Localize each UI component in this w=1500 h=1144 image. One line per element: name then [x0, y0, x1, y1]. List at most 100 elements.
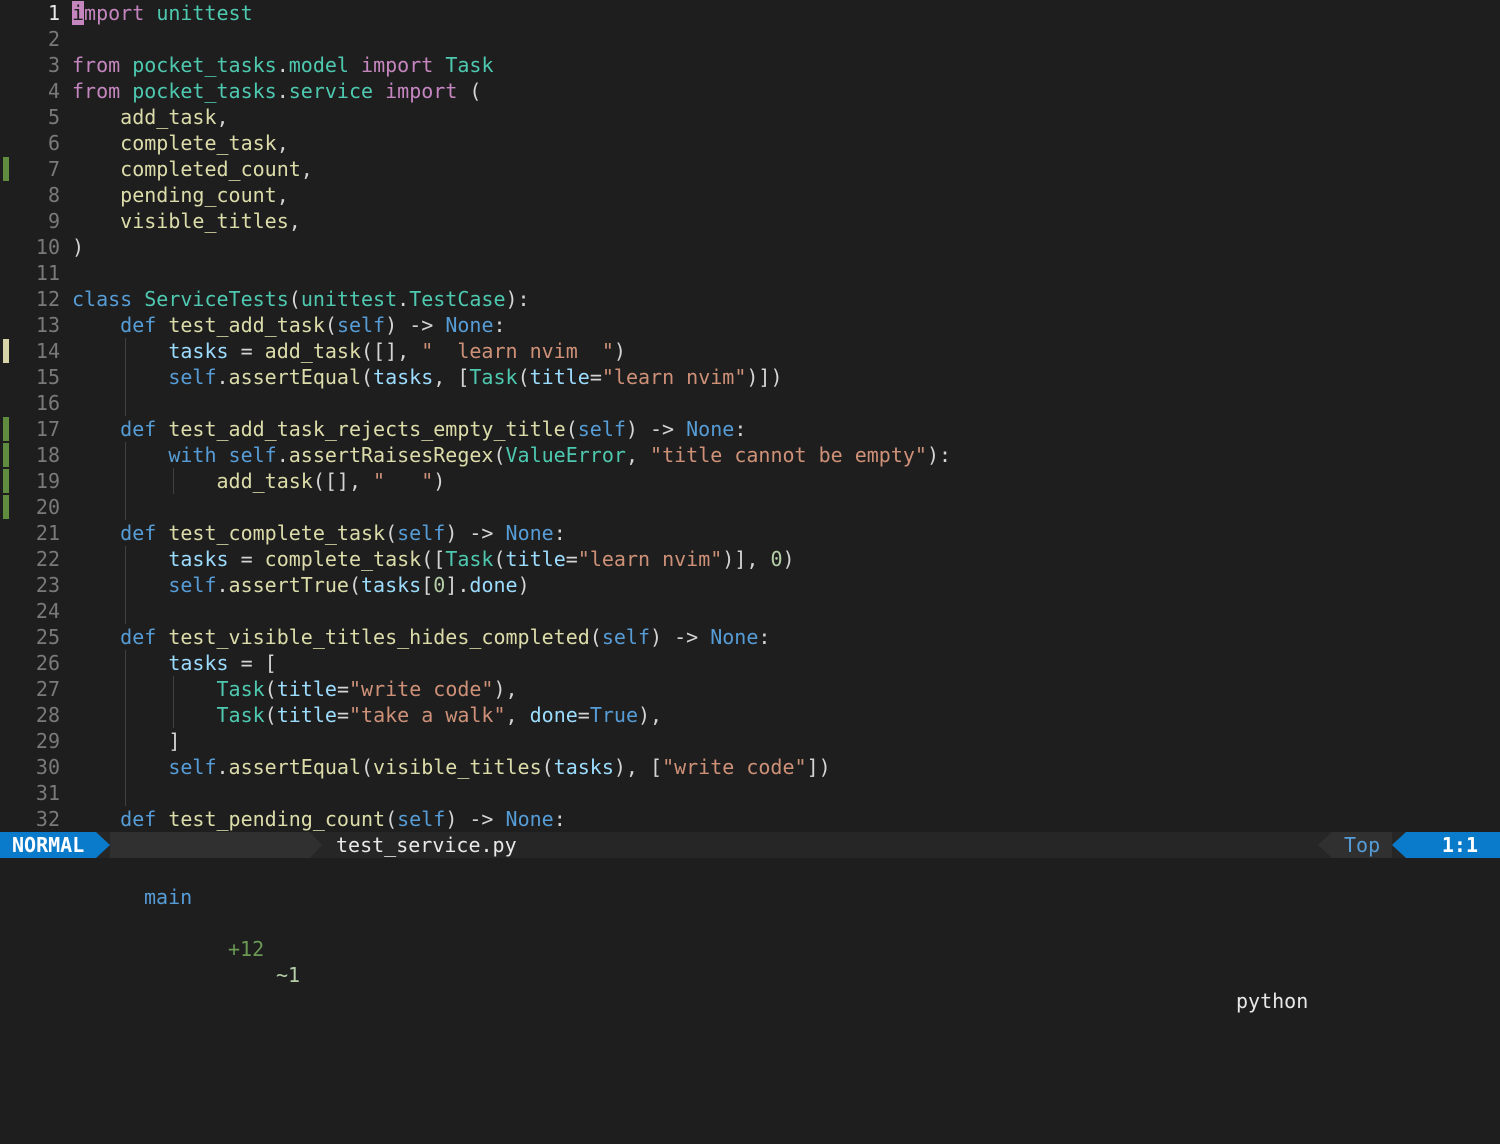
line-number: 29: [35, 729, 60, 753]
code-token: (: [517, 365, 530, 389]
code-line[interactable]: 31: [0, 780, 1500, 806]
code-line[interactable]: 23 self.assertTrue(tasks[0].done): [0, 572, 1500, 598]
code-token: add_task: [216, 469, 313, 493]
code-line[interactable]: 7 completed_count,: [0, 156, 1500, 182]
line-number: 11: [35, 261, 60, 285]
code-text: def test_pending_count(self) -> None:: [72, 806, 566, 832]
code-line[interactable]: 3 from pocket_tasks.model import Task: [0, 52, 1500, 78]
code-line[interactable]: 4 from pocket_tasks.service import (: [0, 78, 1500, 104]
code-line[interactable]: 24: [0, 598, 1500, 624]
code-text: import unittest: [72, 0, 253, 26]
code-line[interactable]: 26 tasks = [: [0, 650, 1500, 676]
code-token: ),: [493, 677, 518, 701]
code-token: tasks: [361, 573, 422, 597]
code-token: :: [553, 521, 566, 545]
code-text: add_task,: [72, 104, 228, 130]
code-token: self: [168, 573, 217, 597]
code-token: assertEqual: [228, 365, 361, 389]
code-token: ValueError: [505, 443, 626, 467]
code-token: ,: [288, 209, 301, 233]
code-line[interactable]: 13 def test_add_task(self) -> None:: [0, 312, 1500, 338]
code-token: =: [589, 365, 602, 389]
line-number: 24: [35, 599, 60, 623]
code-token: def: [120, 625, 157, 649]
code-token: tasks: [168, 547, 229, 571]
code-line[interactable]: 32 def test_pending_count(self) -> None:: [0, 806, 1500, 832]
line-number: 8: [47, 183, 60, 207]
code-token: ) ->: [445, 521, 506, 545]
code-line[interactable]: 5 add_task,: [0, 104, 1500, 130]
code-line[interactable]: 2: [0, 26, 1500, 52]
code-line[interactable]: 19 add_task([], " "): [0, 468, 1500, 494]
code-token: ,: [276, 131, 289, 155]
code-line[interactable]: 29 ]: [0, 728, 1500, 754]
code-token: complete_task: [264, 547, 422, 571]
code-line[interactable]: 12 class ServiceTests(unittest.TestCase):: [0, 286, 1500, 312]
line-number: 2: [47, 27, 60, 51]
code-token: .: [216, 573, 229, 597]
code-token: .: [216, 365, 229, 389]
code-line[interactable]: 11: [0, 260, 1500, 286]
code-token: ): [613, 339, 626, 363]
code-token: completed_count: [120, 157, 301, 181]
code-text: with self.assertRaisesRegex(ValueError, …: [72, 442, 951, 468]
code-token: with: [168, 443, 217, 467]
code-token: .: [276, 79, 289, 103]
code-line[interactable]: 25 def test_visible_titles_hides_complet…: [0, 624, 1500, 650]
indent-guide: [125, 494, 126, 520]
code-token: tasks: [553, 755, 614, 779]
editor-buffer[interactable]: 1 import unittest 2 3 from pocket_tasks.mode…: [0, 0, 1500, 832]
code-token: title: [529, 365, 590, 389]
code-token: None: [710, 625, 759, 649]
code-text: visible_titles,: [72, 208, 301, 234]
code-line[interactable]: 20: [0, 494, 1500, 520]
code-line[interactable]: 15 self.assertEqual(tasks, [Task(title="…: [0, 364, 1500, 390]
line-number: 7: [47, 157, 60, 181]
code-token: "title cannot be empty": [650, 443, 927, 467]
code-token: =: [336, 677, 349, 701]
code-line[interactable]: 18 with self.assertRaisesRegex(ValueErro…: [0, 442, 1500, 468]
code-text: tasks = [: [72, 650, 276, 676]
code-text: from pocket_tasks.model import Task: [72, 52, 494, 78]
code-token: Task: [216, 703, 265, 727]
code-token: .: [216, 755, 229, 779]
code-line[interactable]: 9 visible_titles,: [0, 208, 1500, 234]
code-line[interactable]: 21 def test_complete_task(self) -> None:: [0, 520, 1500, 546]
code-token: unittest: [300, 287, 398, 311]
line-number: 31: [35, 781, 60, 805]
command-line[interactable]: [0, 858, 1500, 885]
code-token: ) ->: [625, 417, 687, 441]
code-line[interactable]: 8 pending_count,: [0, 182, 1500, 208]
line-number: 16: [35, 391, 60, 415]
code-token: self: [397, 807, 446, 831]
code-line[interactable]: 27 Task(title="write code"),: [0, 676, 1500, 702]
code-token: def: [120, 417, 157, 441]
code-line[interactable]: 14 tasks = add_task([], " learn nvim "): [0, 338, 1500, 364]
code-text: from pocket_tasks.service import (: [72, 78, 481, 104]
mode-separator: [96, 832, 110, 858]
code-line[interactable]: 17 def test_add_task_rejects_empty_title…: [0, 416, 1500, 442]
code-line[interactable]: 22 tasks = complete_task([Task(title="le…: [0, 546, 1500, 572]
code-line[interactable]: 6 complete_task,: [0, 130, 1500, 156]
code-token: (: [541, 755, 554, 779]
code-token: )]): [746, 365, 783, 389]
code-token: tasks: [168, 651, 229, 675]
code-line[interactable]: 30 self.assertEqual(visible_titles(tasks…: [0, 754, 1500, 780]
code-line[interactable]: 1 import unittest: [0, 0, 1500, 26]
code-token: "take a walk": [348, 703, 506, 727]
code-token: test_add_task: [168, 313, 325, 337]
code-token: :: [758, 625, 771, 649]
code-token: ), [: [613, 755, 663, 779]
code-line[interactable]: 10): [0, 234, 1500, 260]
code-line[interactable]: 16: [0, 390, 1500, 416]
code-token: =: [228, 339, 265, 363]
code-token: add_task: [120, 105, 217, 129]
code-token: def: [120, 521, 157, 545]
code-line[interactable]: 28 Task(title="take a walk", done=True),: [0, 702, 1500, 728]
code-token: import: [361, 53, 434, 77]
indent-guide: [125, 390, 126, 416]
